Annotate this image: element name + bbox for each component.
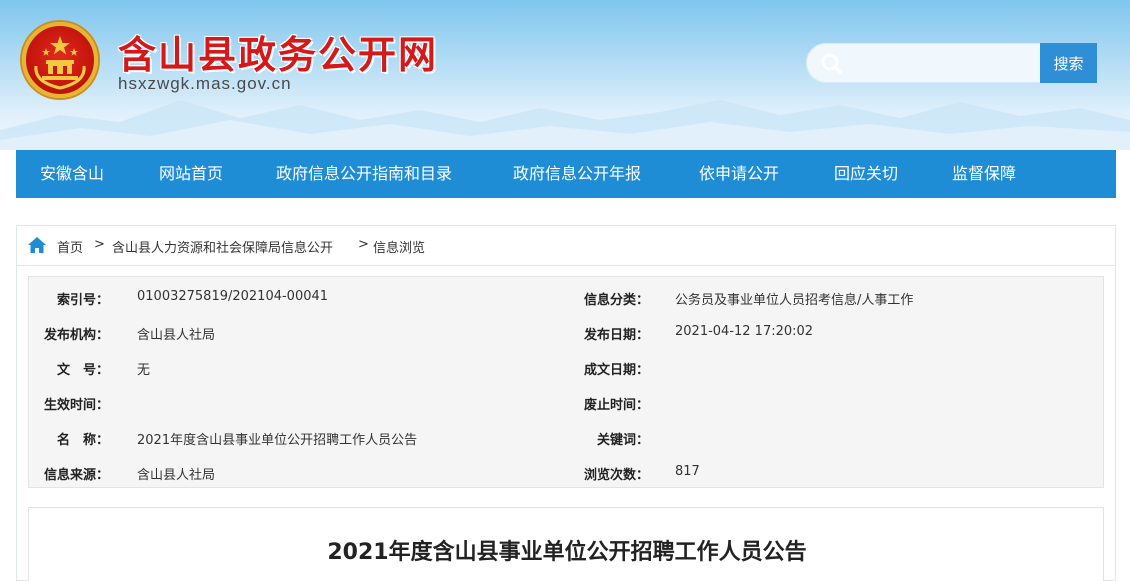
info-meta-table: 索引号： 01003275819/202104-00041 信息分类： 公务员及… xyxy=(28,276,1104,488)
doc-no-value: 无 xyxy=(137,363,151,378)
search-box xyxy=(806,43,1046,83)
site-title: 含山县政务公开网 xyxy=(118,33,439,77)
keywords-label: 关键词： xyxy=(596,433,649,448)
publish-date-value: 2021-04-12 17:20:02 xyxy=(675,324,814,339)
nav-item-anhui-hanshan[interactable]: 安徽含山 xyxy=(40,150,104,198)
publish-date-label: 发布日期： xyxy=(583,328,649,343)
search-button[interactable]: 搜索 xyxy=(1040,43,1097,83)
expiry-label: 废止时间： xyxy=(583,398,649,413)
index-label: 索引号： xyxy=(56,293,109,308)
site-header: 含山县政务公开网 hsxzwgk.mas.gov.cn 搜索 xyxy=(0,0,1130,150)
nav-item-supervision[interactable]: 监督保障 xyxy=(952,150,1016,198)
nav-item-home[interactable]: 网站首页 xyxy=(159,150,223,198)
article-container: 2021年度含山县事业单位公开招聘工作人员公告 xyxy=(28,507,1104,581)
source-label: 信息来源： xyxy=(43,468,109,483)
site-url: hsxzwgk.mas.gov.cn xyxy=(118,74,292,93)
meta-row: 文 号： 无 成文日期： xyxy=(29,349,1105,384)
org-value: 含山县人社局 xyxy=(137,328,216,343)
name-value: 2021年度含山县事业单位公开招聘工作人员公告 xyxy=(137,433,418,448)
nav-item-guide-catalog[interactable]: 政府信息公开指南和目录 xyxy=(276,150,452,198)
source-value: 含山县人社局 xyxy=(137,468,216,483)
category-value: 公务员及事业单位人员招考信息/人事工作 xyxy=(675,293,914,308)
breadcrumb-home[interactable]: 首页 xyxy=(57,237,83,256)
category-label: 信息分类： xyxy=(583,293,649,308)
nav-item-respond-concerns[interactable]: 回应关切 xyxy=(834,150,898,198)
nav-item-annual-report[interactable]: 政府信息公开年报 xyxy=(513,150,641,198)
main-nav: 安徽含山 网站首页 政府信息公开指南和目录 政府信息公开年报 依申请公开 回应关… xyxy=(16,150,1116,198)
breadcrumb-separator: > xyxy=(94,237,105,252)
created-date-label: 成文日期： xyxy=(583,363,649,378)
search-icon xyxy=(821,53,843,75)
article-title: 2021年度含山县事业单位公开招聘工作人员公告 xyxy=(327,540,807,565)
breadcrumb-info-browse[interactable]: 信息浏览 xyxy=(373,237,425,256)
national-emblem-icon xyxy=(22,22,98,98)
search-input[interactable] xyxy=(856,51,1036,75)
index-value: 01003275819/202104-00041 xyxy=(137,289,329,304)
breadcrumb: 首页 > 含山县人力资源和社会保障局信息公开 > 信息浏览 xyxy=(16,225,1116,265)
breadcrumb-hrss-disclosure[interactable]: 含山县人力资源和社会保障局信息公开 xyxy=(112,237,333,256)
name-label: 名 称： xyxy=(56,433,109,448)
meta-row: 发布机构： 含山县人社局 发布日期： 2021-04-12 17:20:02 xyxy=(29,314,1105,349)
org-label: 发布机构： xyxy=(43,328,109,343)
meta-row: 名 称： 2021年度含山县事业单位公开招聘工作人员公告 关键词： xyxy=(29,419,1105,454)
effective-label: 生效时间： xyxy=(43,398,109,413)
meta-row: 索引号： 01003275819/202104-00041 信息分类： 公务员及… xyxy=(29,279,1105,314)
views-label: 浏览次数： xyxy=(583,468,649,483)
views-value: 817 xyxy=(675,464,700,479)
doc-no-label: 文 号： xyxy=(56,363,109,378)
home-icon[interactable] xyxy=(27,236,47,254)
meta-row: 信息来源： 含山县人社局 浏览次数： 817 xyxy=(29,454,1105,489)
meta-row: 生效时间： 废止时间： xyxy=(29,384,1105,419)
breadcrumb-separator: > xyxy=(358,237,369,252)
nav-item-on-request[interactable]: 依申请公开 xyxy=(699,150,779,198)
